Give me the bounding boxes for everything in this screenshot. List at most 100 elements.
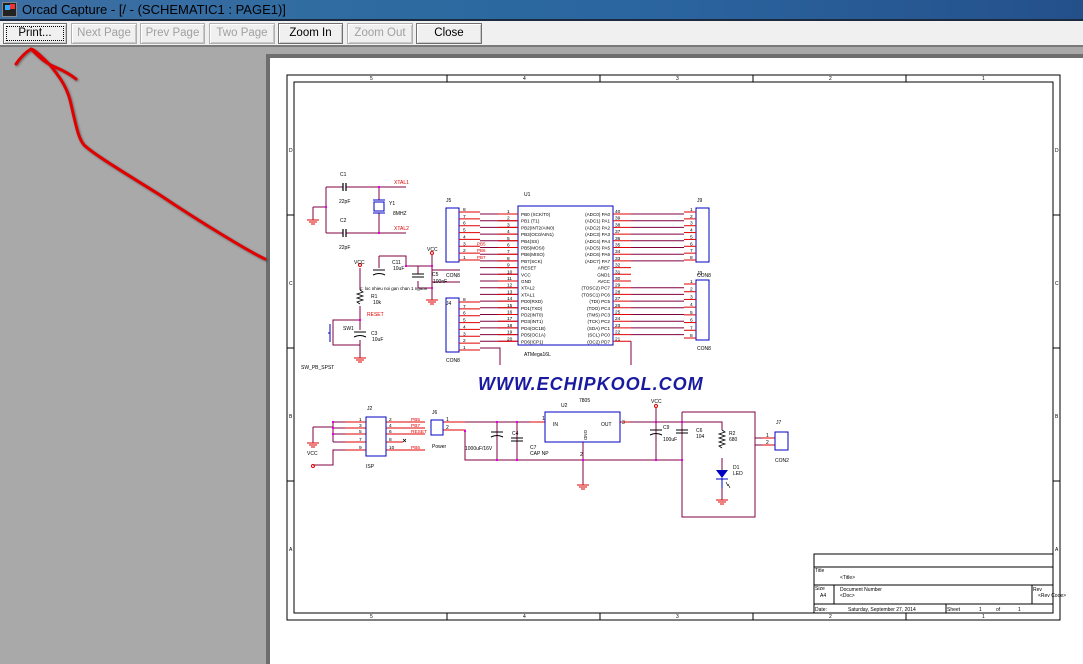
conn-pin-num: 8	[690, 333, 693, 339]
u2-ref: U2	[561, 403, 568, 409]
isp-pin-num: 5	[359, 429, 362, 435]
mcu-pin-num: 30	[615, 276, 621, 282]
mcu-pin-name: (TCK) PC2	[588, 319, 611, 324]
mcu-pin-name: (SCL) PC0	[588, 333, 611, 338]
conn-pin-num: 2	[463, 338, 466, 344]
mcu-pin-name: VCC	[521, 272, 531, 277]
mcu-pin-name: (ADC6) PA6	[585, 252, 610, 257]
mcu-pin-name: PB6(MISO)	[521, 252, 545, 257]
tb-size-value: A4	[820, 593, 826, 599]
conn-pin-num: 2	[690, 214, 693, 220]
pin-num: 2	[446, 425, 449, 431]
j3-value: CON8	[697, 346, 711, 352]
mcu-pin-name: PD0(RXD)	[521, 299, 543, 304]
conn-pin-num: 4	[463, 324, 466, 330]
mcu-pin-num: 36	[615, 236, 621, 242]
mcu-pin-name: (ADC1) PA1	[585, 219, 610, 224]
mcu-pin-num: 27	[615, 296, 621, 302]
j2-ref: J2	[367, 406, 373, 412]
mcu-pin-num: 9	[507, 263, 510, 269]
cbulk-value: 1000uF/16V	[465, 446, 493, 452]
schematic-border	[286, 74, 1061, 621]
conn-pin-num: 8	[690, 255, 693, 261]
conn-pin-num: 2	[690, 287, 693, 293]
mcu-pin-name: PB3(OC0/AIN1)	[521, 232, 554, 237]
mcu-pin-name: GND	[521, 279, 532, 284]
mcu-pin-num: 24	[615, 316, 621, 322]
pin-num: 2	[580, 452, 583, 458]
mcu-pin-num: 13	[507, 289, 513, 295]
tb-of-label: of	[996, 607, 1001, 613]
conn-pin-num: 3	[463, 331, 466, 337]
vcc-label: VCC	[354, 260, 365, 266]
tb-title-label: Title	[815, 568, 824, 574]
conn-pin-num: 7	[463, 304, 466, 310]
u1-part: ATMega16L	[524, 352, 551, 358]
tb-docnum-value: <Doc>	[840, 593, 855, 599]
mcu-pin-name: (ADC7) PA7	[585, 259, 610, 264]
col-label: 1	[982, 614, 985, 620]
border-labels: 5 4 3 2 1 5 4 3 2 1 D C B A D C B A	[289, 76, 1059, 620]
mcu-pin-num: 12	[507, 283, 513, 289]
mcu-pin-name: (ADC2) PA2	[585, 225, 610, 230]
mcu-pin-name: PD2(INT0)	[521, 313, 543, 318]
u1-ref: U1	[524, 192, 531, 198]
row-label: A	[289, 547, 293, 553]
c2-value: 22pF	[339, 245, 350, 251]
mcu-pin-name: (ADC3) PA3	[585, 232, 610, 237]
tb-rev-value: <Rev Code>	[1038, 593, 1066, 599]
conn-pin-num: 3	[463, 241, 466, 247]
mcu-pin-num: 25	[615, 310, 621, 316]
conn-pin-num: 4	[690, 228, 693, 234]
col-label: 4	[523, 76, 526, 82]
pin-num: 1	[446, 417, 449, 423]
tb-of-value: 1	[1018, 607, 1021, 613]
c7-value: CAP NP	[530, 451, 549, 457]
mcu-pin-name: XTAL2	[521, 286, 535, 291]
mcu-pin-num: 22	[615, 330, 621, 336]
mcu-pin-num: 14	[507, 296, 513, 302]
mcu-pin-num: 23	[615, 323, 621, 329]
mcu-pin-num: 15	[507, 303, 513, 309]
j6-ref: J6	[432, 410, 438, 416]
mcu-u1: U1 ATMega16L 1 PB0 (XCK/T0) 2 PB1 (T1) 3 PB2(IN…	[480, 192, 684, 365]
isp-pin-num: 8	[389, 437, 392, 443]
mcu-pin-num: 5	[507, 236, 510, 242]
col-label: 2	[829, 614, 832, 620]
mcu-pin-name: (TDI) PC5	[589, 299, 610, 304]
pin-num: 2	[766, 440, 769, 446]
j6-value: Power	[432, 444, 447, 450]
isp-net-label: PB7	[411, 423, 420, 429]
mcu-pin-num: 33	[615, 256, 621, 262]
mcu-pin-num: 31	[615, 269, 621, 275]
mcu-pin-name: (TDO) PC4	[587, 306, 610, 311]
conn-pin-num: 7	[690, 248, 693, 254]
row-label: A	[1055, 547, 1059, 553]
mcu-pin-name: (TOSC1) PC6	[581, 292, 610, 297]
mcu-pin-name: (ADC0) PA0	[585, 212, 610, 217]
j3-ref: J3	[697, 271, 703, 277]
mcu-pin-num: 35	[615, 243, 621, 249]
mcu-pin-num: 7	[507, 249, 510, 255]
j5-ref: J5	[446, 198, 452, 204]
wire	[480, 347, 501, 365]
c1-value: 22pF	[339, 199, 350, 205]
tb-sheet-label: Sheet	[947, 607, 961, 613]
tb-title-value: <Title>	[840, 575, 855, 581]
u2-in: IN	[553, 422, 558, 428]
mcu-pin-name: PB5(MOSI)	[521, 246, 545, 251]
r2-value: 680	[729, 437, 738, 443]
j7-ref: J7	[776, 420, 782, 426]
schematic-drawing: 5 4 3 2 1 5 4 3 2 1 D C B A D C B A C1 2…	[286, 74, 1066, 621]
net-reset: RESET	[367, 312, 384, 318]
net-label: PB7	[477, 255, 486, 260]
u2-out: OUT	[601, 422, 612, 428]
isp-pin-num: 7	[359, 437, 362, 443]
mcu-pin-name: (TOSC2) PC7	[581, 286, 610, 291]
j5-value: CON8	[446, 273, 460, 279]
c9-ref: C9	[663, 425, 670, 431]
reset-circuit: VCC VCC R1 10k SW1 SW_PB_SPST C3 10uF C1…	[301, 247, 460, 371]
row-label: C	[1055, 281, 1059, 287]
c11-value: 10uF	[393, 266, 404, 272]
col-label: 2	[829, 76, 832, 82]
